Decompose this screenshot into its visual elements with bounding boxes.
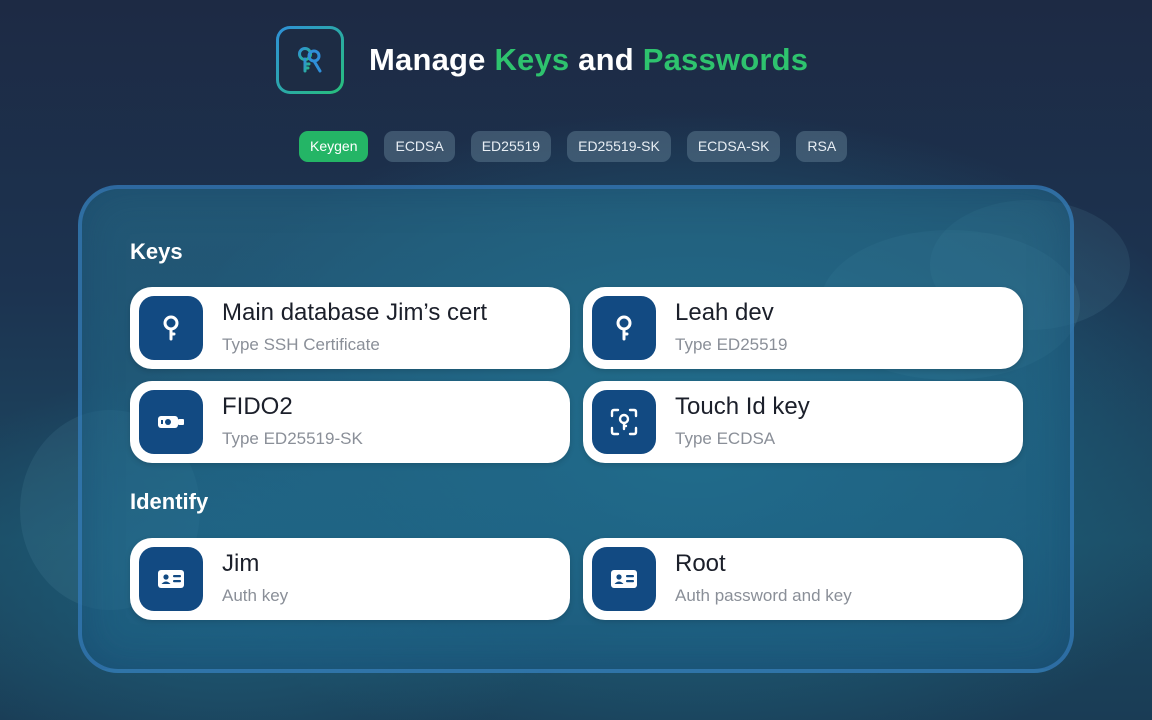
tab-rsa[interactable]: RSA <box>796 131 848 162</box>
identity-card-root[interactable]: Root Auth password and key <box>583 538 1023 620</box>
tab-ecdsa-sk[interactable]: ECDSA-SK <box>686 131 781 162</box>
key-icon <box>616 315 632 341</box>
security-key-icon-tile <box>139 390 203 454</box>
identity-auth-type: Auth key <box>222 586 289 605</box>
id-card-icon <box>611 570 637 588</box>
key-name: Touch Id key <box>675 393 810 420</box>
page-title: Manage Keys and Passwords <box>369 42 809 77</box>
touch-id-key-icon <box>610 408 638 436</box>
key-name: FIDO2 <box>222 393 293 420</box>
key-type: Type ED25519-SK <box>222 429 363 448</box>
identity-auth-type: Auth password and key <box>675 586 852 605</box>
touch-id-key-icon-tile <box>592 390 656 454</box>
key-type-tabs: Keygen ECDSA ED25519 ED25519-SK ECDSA-SK… <box>299 131 848 162</box>
keys-section-title: Keys <box>130 239 183 264</box>
identity-name: Jim <box>222 550 260 577</box>
key-card-main-database[interactable]: Main database Jim’s cert Type SSH Certif… <box>130 287 570 369</box>
key-card-touch-id[interactable]: Touch Id key Type ECDSA <box>583 381 1023 463</box>
id-card-icon-tile <box>592 547 656 611</box>
id-card-icon-tile <box>139 547 203 611</box>
identify-section-title: Identify <box>130 489 209 514</box>
app-logo <box>276 26 344 94</box>
key-card-leah-dev[interactable]: Leah dev Type ED25519 <box>583 287 1023 369</box>
tab-keygen[interactable]: Keygen <box>299 131 369 162</box>
key-icon <box>163 315 179 341</box>
tab-ed25519[interactable]: ED25519 <box>470 131 552 162</box>
id-card-icon <box>158 570 184 588</box>
key-icon-tile <box>139 296 203 360</box>
identity-card-jim[interactable]: Jim Auth key <box>130 538 570 620</box>
key-name: Main database Jim’s cert <box>222 299 488 326</box>
key-type: Type ED25519 <box>675 335 788 354</box>
key-type: Type ECDSA <box>675 429 776 448</box>
security-key-icon <box>158 416 184 428</box>
identity-name: Root <box>675 550 726 577</box>
keys-logo-icon <box>298 47 322 73</box>
tab-ed25519-sk[interactable]: ED25519-SK <box>567 131 671 162</box>
key-name: Leah dev <box>675 299 774 326</box>
key-type: Type SSH Certificate <box>222 335 380 354</box>
key-card-fido2[interactable]: FIDO2 Type ED25519-SK <box>130 381 570 463</box>
tab-ecdsa[interactable]: ECDSA <box>384 131 455 162</box>
key-icon-tile <box>592 296 656 360</box>
